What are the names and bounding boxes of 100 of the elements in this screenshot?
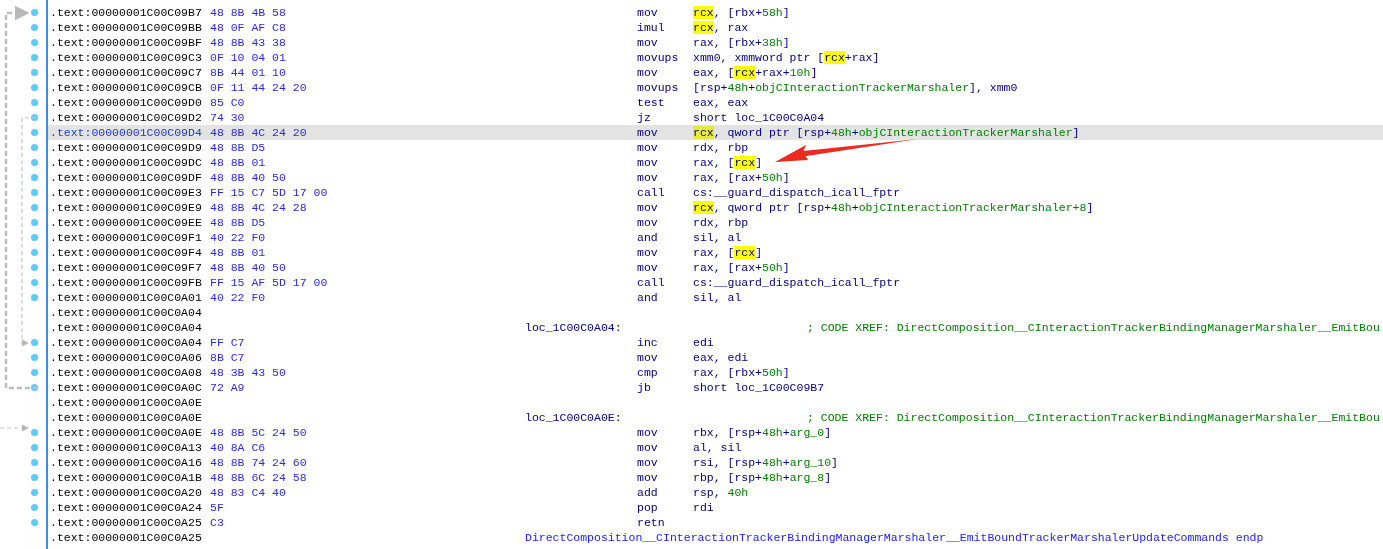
line-dot-icon: [31, 264, 38, 271]
operand-text: cs:__guard_dispatch_icall_fptr: [693, 185, 901, 200]
mnemonic-text: mov: [637, 155, 659, 170]
operand-text: [rsp+48h+objCInteractionTrackerMarshaler], xmm0: [693, 80, 1018, 95]
operand-text: rcx, qword ptr [rsp+48h+objCInteractionTrackerMarshaler]: [693, 125, 1080, 140]
line-dot-icon: [31, 489, 38, 496]
mnemonic-text: inc: [637, 335, 659, 350]
code-line[interactable]: .text:00000001C00C09F4 48 8B 01 mov rax, [rcx]: [0, 245, 1383, 260]
mnemonic-text: mov: [637, 5, 659, 20]
code-line[interactable]: .text:00000001C00C0A25 DirectComposition__CInteractionTrackerBindingManagerMarshaler__EmitBoundTrackerMarshalerUpdateCommands endp: [0, 530, 1383, 545]
mnemonic-text: test: [637, 95, 666, 110]
address-text: .text:00000001C00C0A06: [50, 350, 203, 365]
line-dot-icon: [31, 84, 38, 91]
opcode-bytes: 48 8B 01: [210, 245, 267, 260]
line-dot-icon: [31, 159, 38, 166]
operand-text: rax, [rcx]: [693, 245, 763, 260]
operand-text: short loc_1C00C0A04: [693, 110, 825, 125]
line-dot-icon: [31, 174, 38, 181]
opcode-bytes: 8B 44 01 10: [210, 65, 287, 80]
address-text: .text:00000001C00C09D4: [50, 125, 203, 140]
opcode-bytes: 48 8B 01: [210, 155, 267, 170]
address-text: .text:00000001C00C09D0: [50, 95, 203, 110]
line-dot-icon: [31, 39, 38, 46]
operand-text: rbx, [rsp+48h+arg_0]: [693, 425, 832, 440]
code-line[interactable]: .text:00000001C00C09C7 8B 44 01 10 mov eax, [rcx+rax+10h]: [0, 65, 1383, 80]
operand-text: al, sil: [693, 440, 742, 455]
mnemonic-text: call: [637, 185, 666, 200]
mnemonic-text: mov: [637, 200, 659, 215]
operand-text: eax, [rcx+rax+10h]: [693, 65, 818, 80]
mnemonic-text: mov: [637, 215, 659, 230]
address-text: .text:00000001C00C0A16: [50, 455, 203, 470]
operand-text: rcx, rax: [693, 20, 749, 35]
mnemonic-text: mov: [637, 440, 659, 455]
operand-text: rax, [rbx+38h]: [693, 35, 790, 50]
line-dot-icon: [31, 339, 38, 346]
mnemonic-text: cmp: [637, 365, 659, 380]
opcode-bytes: 74 30: [210, 110, 246, 125]
opcode-bytes: 48 8B 74 24 60: [210, 455, 308, 470]
operand-text: rsp, 40h: [693, 485, 749, 500]
opcode-bytes: FF C7: [210, 335, 246, 350]
operand-text: rax, [rax+50h]: [693, 170, 790, 185]
line-dot-icon: [31, 444, 38, 451]
operand-text: rcx, [rbx+58h]: [693, 5, 790, 20]
address-text: .text:00000001C00C0A24: [50, 500, 203, 515]
opcode-bytes: 48 3B 43 50: [210, 365, 287, 380]
opcode-bytes: 85 C0: [210, 95, 246, 110]
mnemonic-text: movups: [637, 50, 680, 65]
opcode-bytes: FF 15 AF 5D 17 00: [210, 275, 329, 290]
xref-comment: ; CODE XREF: DirectComposition__CInteractionTrackerBindingManagerMarshaler__EmitBou: [807, 410, 1380, 425]
opcode-bytes: 0F 10 04 01: [210, 50, 287, 65]
line-dot-icon: [31, 459, 38, 466]
line-dot-icon: [31, 114, 38, 121]
opcode-bytes: 48 8B 4C 24 20: [210, 125, 308, 140]
line-dot-icon: [31, 294, 38, 301]
line-dot-icon: [31, 99, 38, 106]
operand-text: rdx, rbp: [693, 215, 749, 230]
mnemonic-text: mov: [637, 245, 659, 260]
line-dot-icon: [31, 189, 38, 196]
mnemonic-text: movups: [637, 80, 680, 95]
address-text: .text:00000001C00C0A0E: [50, 425, 203, 440]
operand-text: sil, al: [693, 230, 742, 245]
code-label: loc_1C00C0A04:: [525, 320, 623, 335]
mnemonic-text: mov: [637, 455, 659, 470]
mnemonic-text: pop: [637, 500, 659, 515]
code-line[interactable]: .text:00000001C00C09BB 48 0F AF C8 imul rcx, rax: [0, 20, 1383, 35]
address-text: .text:00000001C00C0A0C: [50, 380, 203, 395]
opcode-bytes: 48 8B 43 38: [210, 35, 287, 50]
address-text: .text:00000001C00C0A25: [50, 515, 203, 530]
mnemonic-text: mov: [637, 425, 659, 440]
mnemonic-text: mov: [637, 350, 659, 365]
code-line[interactable]: .text:00000001C00C09E9 48 8B 4C 24 28 mov rcx, qword ptr [rsp+48h+objCInteractionTrackerMarshaler+8]: [0, 200, 1383, 215]
opcode-bytes: 48 8B 40 50: [210, 260, 287, 275]
mnemonic-text: mov: [637, 470, 659, 485]
mnemonic-text: mov: [637, 125, 659, 140]
mnemonic-text: and: [637, 230, 659, 245]
line-dot-icon: [31, 279, 38, 286]
operand-text: rdi: [693, 500, 714, 515]
address-text: .text:00000001C00C0A1B: [50, 470, 203, 485]
xref-comment: ; CODE XREF: DirectComposition__CInteractionTrackerBindingManagerMarshaler__EmitBou: [807, 320, 1380, 335]
operand-text: edi: [693, 335, 714, 350]
operand-text: rax, [rbx+50h]: [693, 365, 790, 380]
operand-text: xmm0, xmmword ptr [rcx+rax]: [693, 50, 880, 65]
line-dot-icon: [31, 219, 38, 226]
address-text: .text:00000001C00C09B7: [50, 5, 203, 20]
line-dot-icon: [31, 204, 38, 211]
address-text: .text:00000001C00C0A04: [50, 335, 203, 350]
address-text: .text:00000001C00C09EE: [50, 215, 203, 230]
mnemonic-text: add: [637, 485, 659, 500]
opcode-bytes: 48 8B D5: [210, 140, 267, 155]
address-text: .text:00000001C00C0A0E: [50, 410, 203, 425]
opcode-bytes: C3: [210, 515, 225, 530]
operand-text: rbp, [rsp+48h+arg_8]: [693, 470, 832, 485]
line-dot-icon: [31, 129, 38, 136]
mnemonic-text: and: [637, 290, 659, 305]
address-text: .text:00000001C00C0A01: [50, 290, 203, 305]
address-text: .text:00000001C00C0A20: [50, 485, 203, 500]
address-text: .text:00000001C00C0A04: [50, 320, 203, 335]
operand-text: cs:__guard_dispatch_icall_fptr: [693, 275, 901, 290]
mnemonic-text: retn: [637, 515, 666, 530]
operand-text: rsi, [rsp+48h+arg_10]: [693, 455, 838, 470]
